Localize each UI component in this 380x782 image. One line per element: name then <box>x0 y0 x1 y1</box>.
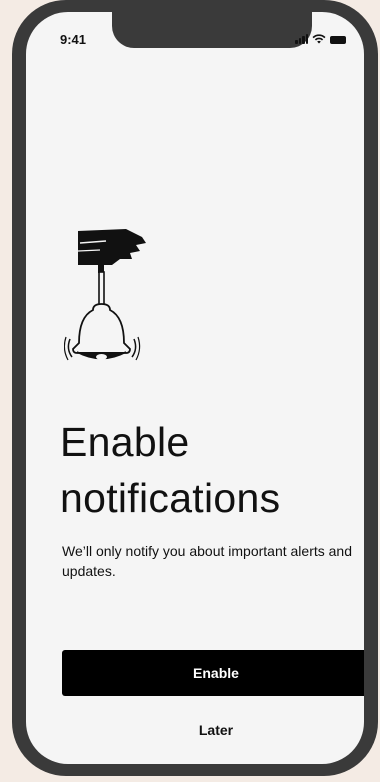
device-notch <box>112 12 312 48</box>
hand-ringing-bell-icon <box>64 229 146 361</box>
enable-button[interactable]: Enable <box>62 650 364 696</box>
page-title: Enable notifications <box>60 419 281 521</box>
later-button[interactable]: Later <box>62 718 364 742</box>
status-icons <box>295 34 346 44</box>
battery-icon <box>330 36 346 44</box>
cellular-signal-icon <box>295 34 308 44</box>
phone-frame: 9:41 Enable notifications We’ll only not… <box>12 0 378 776</box>
status-time: 9:41 <box>60 32 87 47</box>
page-subtitle: We’ll only notify you about important al… <box>62 543 353 579</box>
app-screen: 9:41 Enable notifications We’ll only not… <box>26 12 364 764</box>
wifi-icon <box>312 34 326 44</box>
